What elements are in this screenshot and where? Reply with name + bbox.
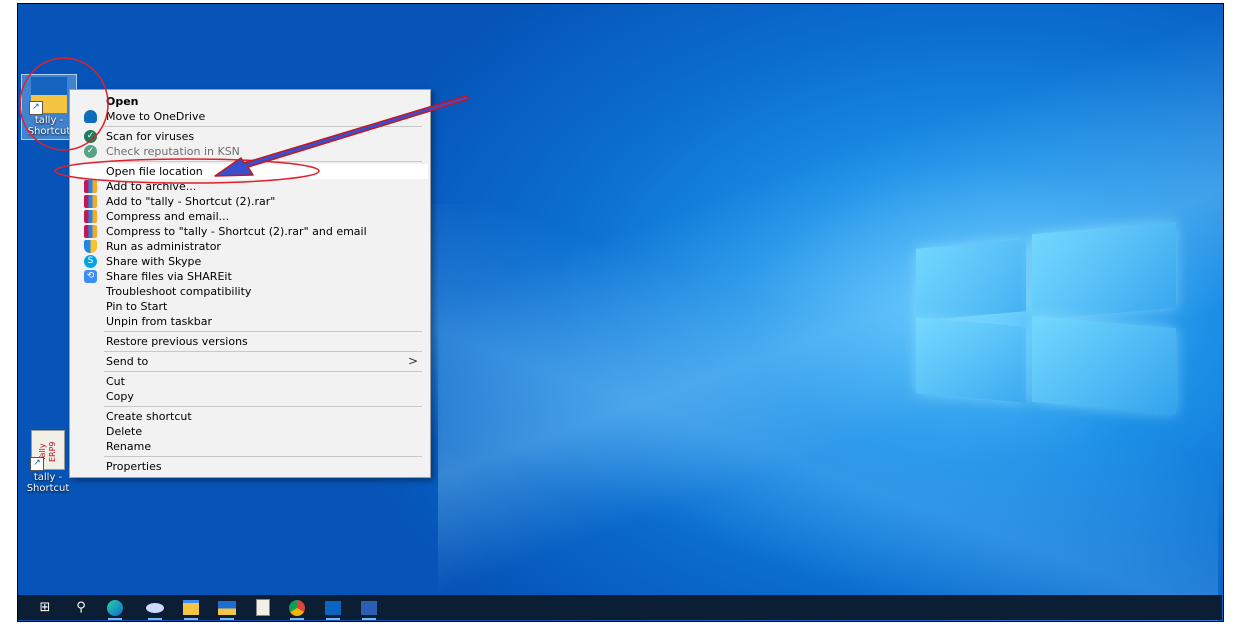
menu-item-create-shortcut[interactable]: Create shortcut (72, 409, 428, 424)
menu-item-add-to-rar[interactable]: Add to "tally - Shortcut (2).rar" (72, 194, 428, 209)
blue-app-icon[interactable] (216, 598, 238, 620)
search-icon[interactable]: ⚲ (70, 598, 92, 617)
submenu-chevron-right-icon: > (407, 354, 418, 368)
menu-item-unpin-from-taskbar[interactable]: Unpin from taskbar (72, 314, 428, 329)
menu-separator (104, 161, 422, 162)
menu-separator (104, 331, 422, 332)
menu-separator (104, 371, 422, 372)
menu-item-open-file-location[interactable]: Open file location (72, 164, 428, 179)
menu-item-pin-to-start[interactable]: Pin to Start (72, 299, 428, 314)
winrar-icon (84, 180, 97, 193)
menu-item-copy[interactable]: Copy (72, 389, 428, 404)
menu-separator (104, 351, 422, 352)
chrome-icon[interactable] (286, 598, 308, 620)
taskbar: ⊞ ⚲ (18, 595, 1222, 620)
context-menu: Open Move to OneDrive ✓ Scan for viruses … (69, 89, 431, 478)
shortcut-arrow-icon: ↗ (29, 101, 43, 115)
menu-separator (104, 406, 422, 407)
menu-item-open[interactable]: Open (72, 94, 428, 109)
menu-item-run-as-administrator[interactable]: Run as administrator (72, 239, 428, 254)
menu-separator (104, 456, 422, 457)
desktop-icon-tally-erp9-shortcut[interactable]: Tally ERP9 ↗ tally - Shortcut (21, 430, 75, 494)
start-icon[interactable]: ⊞ (34, 598, 56, 617)
shareit-icon: ⟲ (84, 270, 97, 283)
edge-icon[interactable] (104, 598, 126, 620)
desktop-icon-label: tally - Shortcut (26, 472, 70, 494)
menu-item-check-reputation[interactable]: ✓ Check reputation in KSN (72, 144, 428, 159)
menu-item-share-with-skype[interactable]: S Share with Skype (72, 254, 428, 269)
menu-item-compress-and-email[interactable]: Compress and email... (72, 209, 428, 224)
menu-item-send-to[interactable]: Send to > (72, 354, 428, 369)
menu-item-scan-for-viruses[interactable]: ✓ Scan for viruses (72, 129, 428, 144)
kaspersky-icon: ✓ (84, 130, 97, 143)
menu-item-move-to-onedrive[interactable]: Move to OneDrive (72, 109, 428, 124)
tally-erp9-icon: Tally ERP9 ↗ (30, 430, 65, 471)
menu-item-share-via-shareit[interactable]: ⟲ Share files via SHAREit (72, 269, 428, 284)
app-icon[interactable] (144, 598, 166, 620)
menu-item-properties[interactable]: Properties (72, 459, 428, 474)
windows-logo-wallpaper (916, 221, 1176, 415)
menu-item-restore-previous-versions[interactable]: Restore previous versions (72, 334, 428, 349)
skype-icon: S (84, 255, 97, 268)
uac-shield-icon (84, 240, 97, 253)
tally-app-icon[interactable] (252, 598, 274, 617)
outlook-icon[interactable] (322, 598, 344, 620)
menu-item-delete[interactable]: Delete (72, 424, 428, 439)
onedrive-icon (84, 110, 97, 123)
word-icon[interactable] (358, 598, 380, 620)
winrar-icon (84, 195, 97, 208)
desktop-icon-label: tally - Shortcut (27, 115, 71, 137)
menu-item-compress-to-rar-and-email[interactable]: Compress to "tally - Shortcut (2).rar" a… (72, 224, 428, 239)
menu-item-troubleshoot-compatibility[interactable]: Troubleshoot compatibility (72, 284, 428, 299)
winrar-icon (84, 225, 97, 238)
menu-separator (104, 126, 422, 127)
winrar-icon (84, 210, 97, 223)
menu-item-add-to-archive[interactable]: Add to archive... (72, 179, 428, 194)
file-explorer-icon[interactable] (180, 598, 202, 620)
kaspersky-icon: ✓ (84, 145, 97, 158)
shortcut-arrow-icon: ↗ (30, 457, 44, 471)
menu-item-rename[interactable]: Rename (72, 439, 428, 454)
tally-shortcut-icon: ↗ (29, 77, 67, 115)
menu-item-cut[interactable]: Cut (72, 374, 428, 389)
